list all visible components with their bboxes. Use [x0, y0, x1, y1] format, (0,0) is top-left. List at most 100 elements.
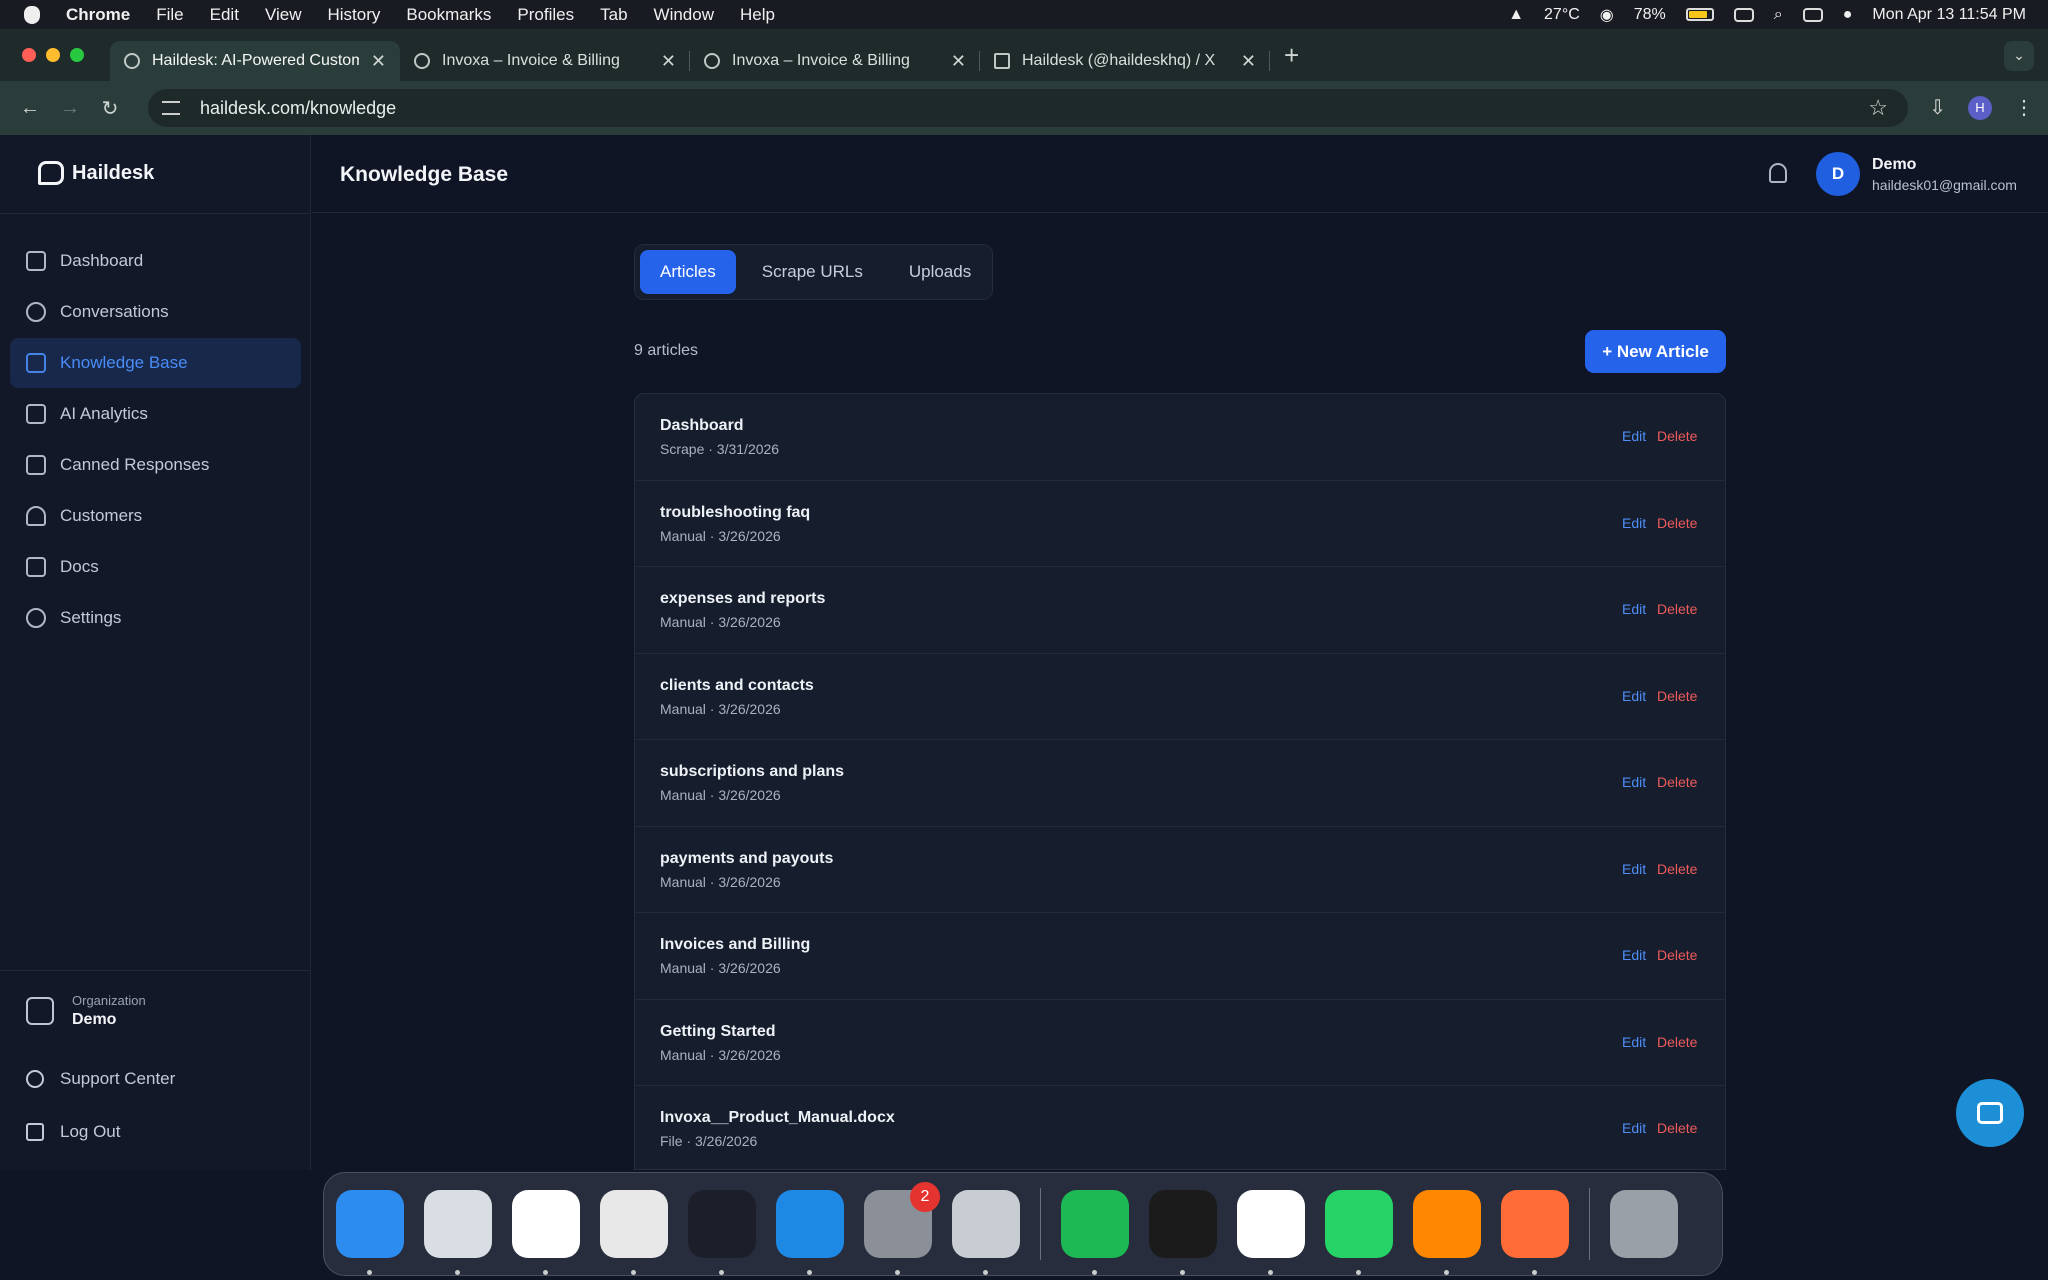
user-name[interactable]: Demo [1872, 156, 1916, 174]
sidebar-item-knowledge-base[interactable]: Knowledge Base [10, 338, 301, 388]
user-avatar[interactable]: D [1816, 152, 1860, 196]
support-center-link[interactable]: Support Center [26, 1069, 175, 1089]
battery-percent[interactable]: 78% [1634, 6, 1666, 24]
weather-temp[interactable]: 27°C [1544, 6, 1580, 24]
brand-logo[interactable]: Haildesk [38, 161, 154, 185]
delete-button[interactable]: Delete [1657, 1120, 1697, 1136]
organization-switcher[interactable]: Organization Demo [26, 993, 146, 1029]
close-tab-icon[interactable]: ✕ [1241, 51, 1256, 72]
reload-icon[interactable]: ↻ [100, 96, 120, 121]
spotify-icon[interactable] [1061, 1190, 1129, 1275]
menu-edit[interactable]: Edit [210, 5, 239, 25]
sidebar-item-canned-responses[interactable]: Canned Responses [10, 440, 301, 490]
mongodb-icon[interactable] [1237, 1190, 1305, 1275]
close-tab-icon[interactable]: ✕ [951, 51, 966, 72]
forward-icon[interactable]: → [60, 97, 80, 120]
delete-button[interactable]: Delete [1657, 428, 1697, 444]
menu-view[interactable]: View [265, 5, 302, 25]
download-icon[interactable]: ⇩ [1929, 95, 1946, 120]
close-tab-icon[interactable]: ✕ [661, 51, 676, 72]
delete-button[interactable]: Delete [1657, 1034, 1697, 1050]
menu-file[interactable]: File [156, 5, 183, 25]
menu-tab[interactable]: Tab [600, 5, 627, 25]
siri-icon[interactable]: ● [1843, 6, 1853, 24]
search-icon[interactable]: ⌕ [1774, 6, 1783, 24]
trash-icon[interactable] [1610, 1190, 1678, 1258]
edit-button[interactable]: Edit [1622, 515, 1646, 531]
edit-button[interactable]: Edit [1622, 1034, 1646, 1050]
sidebar-item-conversations[interactable]: Conversations [10, 287, 301, 337]
edit-button[interactable]: Edit [1622, 428, 1646, 444]
screen-mirroring-icon[interactable] [1733, 7, 1754, 22]
menu-history[interactable]: History [327, 5, 380, 25]
postman-icon[interactable] [1501, 1190, 1569, 1275]
now-playing-icon[interactable]: ◉ [1600, 5, 1614, 25]
sidebar-item-docs[interactable]: Docs [10, 542, 301, 592]
delete-button[interactable]: Delete [1657, 947, 1697, 963]
delete-button[interactable]: Delete [1657, 774, 1697, 790]
menu-app[interactable]: Chrome [66, 5, 130, 25]
sidebar-item-ai-analytics[interactable]: AI Analytics [10, 389, 301, 439]
browser-tab[interactable]: Invoxa – Invoice & Billing ✕ [400, 41, 690, 81]
bell-icon[interactable] [1769, 163, 1787, 183]
system-settings-icon[interactable]: 2 [864, 1182, 940, 1275]
browser-tab[interactable]: Invoxa – Invoice & Billing ✕ [690, 41, 980, 81]
menu-bookmarks[interactable]: Bookmarks [406, 5, 491, 25]
whatsapp-icon[interactable] [1325, 1190, 1393, 1275]
chat-widget-button[interactable] [1956, 1079, 2024, 1147]
new-article-button[interactable]: + New Article [1585, 330, 1726, 373]
vscode-icon[interactable] [512, 1190, 580, 1275]
haildesk-app: Haildesk Dashboard Conversations Knowled… [0, 135, 2048, 1170]
apple-icon[interactable] [24, 5, 40, 24]
chrome-menu-icon[interactable]: ⋮ [2014, 95, 2034, 120]
chrome-icon[interactable] [600, 1190, 668, 1275]
new-tab-button[interactable]: + [1284, 40, 1299, 71]
tab-uploads[interactable]: Uploads [889, 250, 991, 294]
logout-link[interactable]: Log Out [26, 1122, 121, 1142]
sidebar-item-customers[interactable]: Customers [10, 491, 301, 541]
browser-tab[interactable]: Haildesk (@haildeskhq) / X ✕ [980, 41, 1270, 81]
arc-icon[interactable] [688, 1190, 756, 1275]
address-bar[interactable]: haildesk.com/knowledge ☆ [148, 89, 1908, 127]
vlc-status-icon[interactable]: ▲ [1508, 6, 1524, 24]
sidebar-item-settings[interactable]: Settings [10, 593, 301, 643]
close-tab-icon[interactable]: ✕ [371, 51, 386, 72]
terminal-icon[interactable] [1149, 1190, 1217, 1275]
tab-scrape-urls[interactable]: Scrape URLs [742, 250, 883, 294]
url-text[interactable]: haildesk.com/knowledge [200, 98, 396, 119]
iphone-mirroring-icon[interactable] [952, 1190, 1020, 1275]
delete-button[interactable]: Delete [1657, 688, 1697, 704]
minimize-window-button[interactable] [46, 48, 60, 62]
tab-strip: Haildesk: AI-Powered Custom ✕ Invoxa – In… [0, 29, 2048, 81]
menu-help[interactable]: Help [740, 5, 775, 25]
browser-tab[interactable]: Haildesk: AI-Powered Custom ✕ [110, 41, 400, 81]
edit-button[interactable]: Edit [1622, 774, 1646, 790]
edit-button[interactable]: Edit [1622, 601, 1646, 617]
edit-button[interactable]: Edit [1622, 947, 1646, 963]
sidebar-item-dashboard[interactable]: Dashboard [10, 236, 301, 286]
finder-icon[interactable] [336, 1190, 404, 1275]
delete-button[interactable]: Delete [1657, 515, 1697, 531]
profile-avatar[interactable]: H [1968, 95, 1992, 120]
site-settings-icon[interactable] [162, 101, 180, 115]
delete-button[interactable]: Delete [1657, 601, 1697, 617]
safari-icon[interactable] [776, 1190, 844, 1275]
back-icon[interactable]: ← [20, 97, 40, 120]
menu-window[interactable]: Window [654, 5, 714, 25]
edit-button[interactable]: Edit [1622, 1120, 1646, 1136]
launchpad-icon[interactable] [424, 1190, 492, 1275]
vlc-icon[interactable] [1413, 1190, 1481, 1275]
menu-profiles[interactable]: Profiles [517, 5, 574, 25]
delete-button[interactable]: Delete [1657, 861, 1697, 877]
tab-articles[interactable]: Articles [640, 250, 736, 294]
battery-icon[interactable] [1685, 8, 1714, 21]
zoom-window-button[interactable] [70, 48, 84, 62]
control-center-icon[interactable] [1802, 7, 1823, 22]
edit-button[interactable]: Edit [1622, 688, 1646, 704]
tab-search-chevron-icon[interactable]: ⌄ [2004, 41, 2034, 71]
clock[interactable]: Mon Apr 13 11:54 PM [1872, 6, 2026, 24]
bookmark-star-icon[interactable]: ☆ [1868, 95, 1888, 121]
edit-button[interactable]: Edit [1622, 861, 1646, 877]
close-window-button[interactable] [22, 48, 36, 62]
list-item: expenses and reports Manual · 3/26/2026 Ed… [635, 567, 1725, 654]
